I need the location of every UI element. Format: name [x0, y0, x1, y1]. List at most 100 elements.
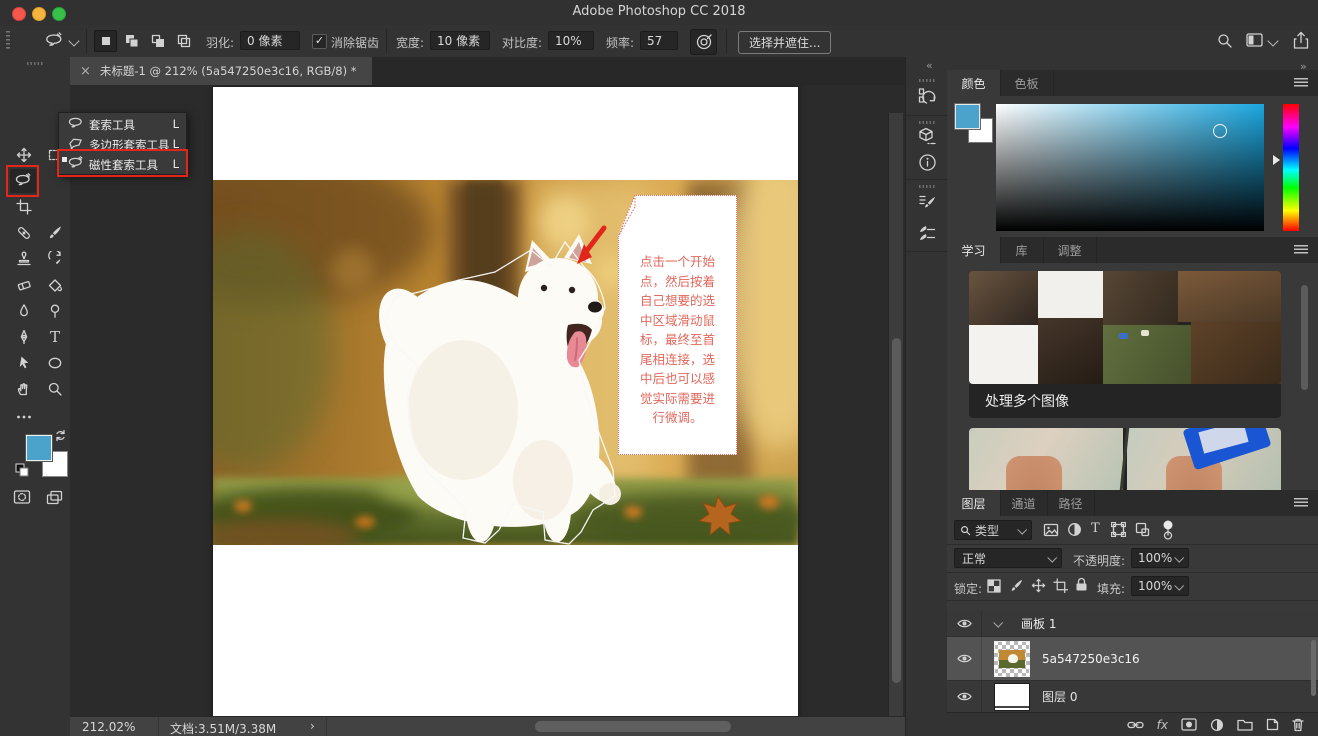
frequency-input[interactable]: 57	[640, 31, 678, 50]
pen-pressure-button[interactable]	[690, 29, 717, 55]
move-tool-button[interactable]	[11, 143, 37, 167]
canvas-artboard[interactable]: 点击一个开始点，然后按着 自己想要的选中区域滑动鼠 标，最终至首尾相连接，选 中…	[213, 87, 798, 716]
lock-all-icon[interactable]	[1075, 577, 1088, 592]
path-select-tool-button[interactable]	[11, 351, 37, 375]
lock-pixels-icon[interactable]	[1009, 578, 1024, 593]
new-group-icon[interactable]	[1237, 719, 1253, 731]
canvas-viewport[interactable]: 点击一个开始点，然后按着 自己想要的选中区域滑动鼠 标，最终至首尾相连接，选 中…	[70, 85, 905, 716]
panel-menu-icon[interactable]	[1294, 498, 1308, 507]
delete-layer-icon[interactable]	[1292, 718, 1304, 732]
select-and-mask-button[interactable]: 选择并遮住...	[738, 31, 831, 54]
brush-settings-panel-icon[interactable]	[918, 193, 937, 212]
contrast-input[interactable]: 10%	[548, 31, 594, 50]
layer-thumbnail[interactable]	[994, 683, 1030, 711]
hand-tool-button[interactable]	[11, 377, 37, 401]
brush-tool-button[interactable]	[42, 221, 68, 245]
subtract-from-selection-mode-button[interactable]	[146, 30, 169, 52]
more-tools-button[interactable]	[11, 405, 37, 429]
foreground-color-swatch[interactable]	[26, 435, 52, 461]
horizontal-scrollbar-thumb[interactable]	[535, 721, 731, 732]
hue-slider[interactable]	[1283, 104, 1299, 231]
healing-brush-tool-button[interactable]	[11, 221, 37, 245]
share-icon[interactable]	[1292, 31, 1310, 50]
tab-color[interactable]: 颜色	[947, 70, 1001, 96]
pen-tool-button[interactable]	[11, 325, 37, 349]
tab-channels[interactable]: 通道	[1000, 490, 1048, 516]
learn-card-multiple-images[interactable]	[969, 271, 1281, 384]
lock-artboard-icon[interactable]	[1053, 578, 1068, 593]
magnetic-lasso-preset-icon[interactable]	[44, 32, 64, 50]
menu-item-lasso[interactable]: 套索工具 L	[59, 114, 186, 134]
history-panel-icon[interactable]	[918, 87, 937, 106]
clone-stamp-tool-button[interactable]	[11, 247, 37, 271]
layer-row-selected[interactable]: 5a547250e3c16	[947, 637, 1318, 681]
learn-scrollbar-thumb[interactable]	[1301, 285, 1308, 390]
swap-colors-icon[interactable]	[54, 429, 67, 442]
anti-alias-checkbox[interactable]: ✓	[312, 34, 327, 49]
layer-row-background[interactable]: 图层 0	[947, 681, 1318, 713]
adjustment-layer-icon[interactable]	[1210, 718, 1224, 732]
panel-menu-icon[interactable]	[1294, 78, 1308, 87]
tab-close-icon[interactable]: ×	[80, 64, 91, 79]
tab-learn[interactable]: 学习	[947, 237, 1001, 263]
type-tool-button[interactable]: T	[42, 325, 68, 349]
crop-tool-button[interactable]	[11, 195, 37, 219]
vertical-scrollbar-thumb[interactable]	[892, 338, 901, 683]
add-mask-icon[interactable]	[1181, 718, 1197, 731]
visibility-toggle[interactable]	[947, 681, 982, 712]
add-to-selection-mode-button[interactable]	[120, 30, 143, 52]
tab-adjustments[interactable]: 调整	[1043, 237, 1097, 263]
visibility-toggle[interactable]	[947, 637, 982, 680]
intersect-selection-mode-button[interactable]	[172, 30, 195, 52]
lock-position-icon[interactable]	[1031, 578, 1046, 593]
tab-layers[interactable]: 图层	[947, 490, 1001, 516]
dodge-tool-button[interactable]	[42, 299, 68, 323]
vertical-scrollbar[interactable]	[888, 113, 903, 716]
new-layer-icon[interactable]	[1266, 718, 1279, 731]
filter-toggle-switch[interactable]	[1161, 519, 1175, 541]
screen-mode-button[interactable]	[41, 485, 67, 509]
filter-type-layers-icon[interactable]: T	[1091, 521, 1100, 536]
layers-scrollbar-thumb[interactable]	[1311, 640, 1316, 696]
saturation-brightness-field[interactable]	[996, 104, 1264, 231]
layer-filter-type-dropdown[interactable]: 类型	[954, 520, 1032, 540]
status-chevron-icon[interactable]: ›	[310, 719, 315, 733]
workspace-chooser-icon[interactable]	[1246, 33, 1264, 48]
layer-style-icon[interactable]: fx	[1157, 718, 1168, 732]
width-input[interactable]: 10 像素	[430, 31, 490, 50]
filter-adjustment-layers-icon[interactable]	[1067, 522, 1082, 537]
properties-panel-icon[interactable]	[918, 127, 937, 146]
opacity-dropdown[interactable]: 100%	[1131, 548, 1189, 568]
default-colors-icon[interactable]	[15, 463, 29, 477]
color-sample-ring[interactable]	[1213, 124, 1227, 138]
hue-slider-marker[interactable]	[1273, 155, 1280, 165]
zoom-tool-button[interactable]	[42, 377, 68, 401]
info-panel-icon[interactable]	[918, 153, 937, 172]
artboard-expand-chevron[interactable]	[993, 618, 1003, 628]
tab-swatches[interactable]: 色板	[1000, 70, 1054, 96]
brushes-panel-icon[interactable]	[918, 223, 937, 242]
zoom-level-field[interactable]: 212.02%	[82, 720, 135, 734]
feather-input[interactable]: 0 像素	[240, 31, 300, 50]
new-selection-mode-button[interactable]	[94, 30, 117, 52]
gradient-tool-button[interactable]	[42, 273, 68, 297]
eraser-tool-button[interactable]	[11, 273, 37, 297]
panel-menu-icon[interactable]	[1294, 245, 1308, 254]
search-icon[interactable]	[1216, 32, 1234, 50]
link-layers-icon[interactable]	[1127, 720, 1144, 730]
lock-transparency-icon[interactable]	[987, 579, 1001, 593]
quick-mask-button[interactable]	[9, 485, 35, 509]
filter-shape-layers-icon[interactable]	[1111, 522, 1126, 537]
filter-image-layers-icon[interactable]	[1043, 523, 1059, 537]
blur-tool-button[interactable]	[11, 299, 37, 323]
tool-preset-chevron-icon[interactable]	[68, 35, 79, 46]
filter-smart-objects-icon[interactable]	[1135, 522, 1150, 537]
history-brush-tool-button[interactable]	[42, 247, 68, 271]
document-tab[interactable]: × 未标题-1 @ 212% (5a547250e3c16, RGB/8) *	[70, 57, 372, 85]
color-panel-foreground-swatch[interactable]	[955, 104, 980, 129]
expand-panels-icon[interactable]: «	[926, 59, 932, 72]
tab-libraries[interactable]: 库	[1000, 237, 1044, 263]
fill-dropdown[interactable]: 100%	[1131, 576, 1189, 596]
layer-row-artboard[interactable]: 画板 1	[947, 611, 1318, 637]
workspace-chevron-icon[interactable]	[1267, 35, 1278, 46]
